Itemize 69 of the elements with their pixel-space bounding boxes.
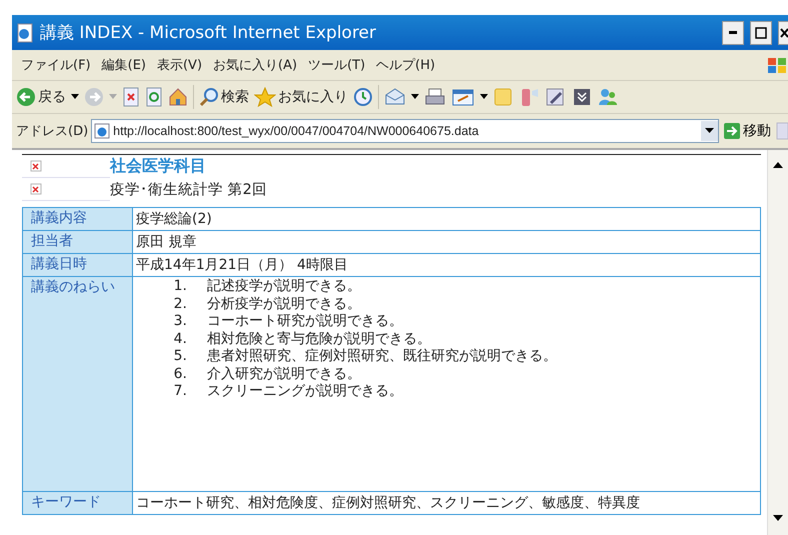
dropdown-arrow-icon[interactable]	[480, 94, 488, 100]
ie-page-icon	[94, 123, 110, 139]
list-number: 1.	[172, 278, 187, 296]
history-icon[interactable]	[353, 87, 373, 107]
menu-item[interactable]: ファイル(F)	[16, 54, 96, 76]
scrollbar[interactable]	[767, 150, 788, 535]
list-number: 4.	[172, 330, 187, 348]
list-item-text: 記述疫学が説明できる。	[207, 278, 361, 296]
row-label: 講義日時	[22, 254, 132, 276]
favorites-button[interactable]: お気に入り	[254, 87, 348, 107]
dropdown-arrow-icon[interactable]	[71, 94, 79, 100]
row-label: 担当者	[22, 230, 132, 254]
course-title: 疫学･衛生統計学 第2回	[110, 180, 267, 199]
row-label: 講義内容	[22, 208, 132, 230]
list-number: 7.	[172, 383, 187, 400]
broken-image-icon	[30, 160, 42, 172]
maximize-icon	[755, 26, 767, 38]
list-item-text: 患者対照研究、症例対照研究、既往研究が説明できる。	[207, 348, 557, 366]
menu-item[interactable]: 表示(V)	[152, 54, 208, 76]
scroll-up-icon	[773, 162, 783, 168]
category-heading: 社会医学科目	[110, 156, 206, 177]
star-icon	[254, 87, 276, 107]
windows-flag-icon	[766, 55, 788, 75]
mail-icon[interactable]	[384, 87, 406, 107]
maximize-button[interactable]	[750, 20, 772, 44]
list-number: 2.	[172, 296, 187, 313]
minimize-button[interactable]	[722, 20, 744, 44]
list-number: 6.	[172, 366, 187, 383]
list-item-text: 相対危険と寄与危険が説明できる。	[207, 330, 431, 348]
list-number: 3.	[172, 313, 187, 330]
row-label: 講義のねらい	[22, 276, 132, 492]
table-cell: 原田 規章	[132, 230, 760, 254]
back-button[interactable]: 戻る	[16, 87, 66, 107]
scroll-down-icon	[773, 515, 783, 521]
list-item-text: コーホート研究が説明できる。	[207, 313, 403, 330]
menu-item[interactable]: 編集(E)	[96, 54, 151, 76]
menu-item[interactable]: ヘルプ(H)	[371, 54, 440, 76]
window-title: 講義 INDEX - Microsoft Internet Explorer	[40, 22, 376, 44]
menu-item[interactable]: ツール(T)	[303, 54, 370, 76]
close-icon	[780, 26, 788, 38]
list-item-text: スクリーニングが説明できる。	[207, 383, 403, 400]
broken-image-icon	[30, 183, 42, 195]
go-arrow-icon	[724, 123, 740, 139]
stop-icon[interactable]	[122, 87, 140, 107]
table-cell: 疫学総論(2)	[132, 208, 760, 230]
list-item-text: 介入研究が説明できる。	[207, 366, 361, 383]
search-button[interactable]: 検索	[199, 87, 249, 107]
people-icon[interactable]	[597, 87, 619, 107]
table-cell: コーホート研究、相対危険度、症例対照研究、スクリーニング、敏感度、特異度	[132, 492, 760, 514]
table-cell: 平成14年1月21日（月） 4時限目	[132, 254, 760, 276]
download-icon[interactable]	[572, 87, 592, 107]
dropdown-arrow-icon	[705, 128, 714, 134]
menu-item[interactable]: お気に入り(A)	[208, 54, 302, 76]
printer-icon[interactable]	[424, 87, 446, 107]
dropdown-button[interactable]	[701, 121, 718, 141]
home-icon[interactable]	[168, 87, 188, 107]
list-number: 5.	[172, 348, 187, 366]
dropdown-arrow-icon[interactable]	[411, 94, 419, 100]
edit-icon[interactable]	[451, 87, 475, 107]
close-button[interactable]	[778, 20, 788, 44]
go-button[interactable]: 移動	[722, 122, 773, 140]
minimize-icon	[729, 31, 737, 34]
address-label: アドレス(D)	[16, 123, 88, 140]
page-icon	[16, 22, 34, 42]
row-label: キーワード	[22, 492, 132, 514]
search-icon	[199, 87, 219, 107]
list-item-text: 分析疫学が説明できる。	[207, 296, 361, 313]
address-field[interactable]: http://localhost:800/test_wyx/00/0047/004704/NW000640675.data	[91, 119, 719, 143]
refresh-icon[interactable]	[145, 87, 163, 107]
